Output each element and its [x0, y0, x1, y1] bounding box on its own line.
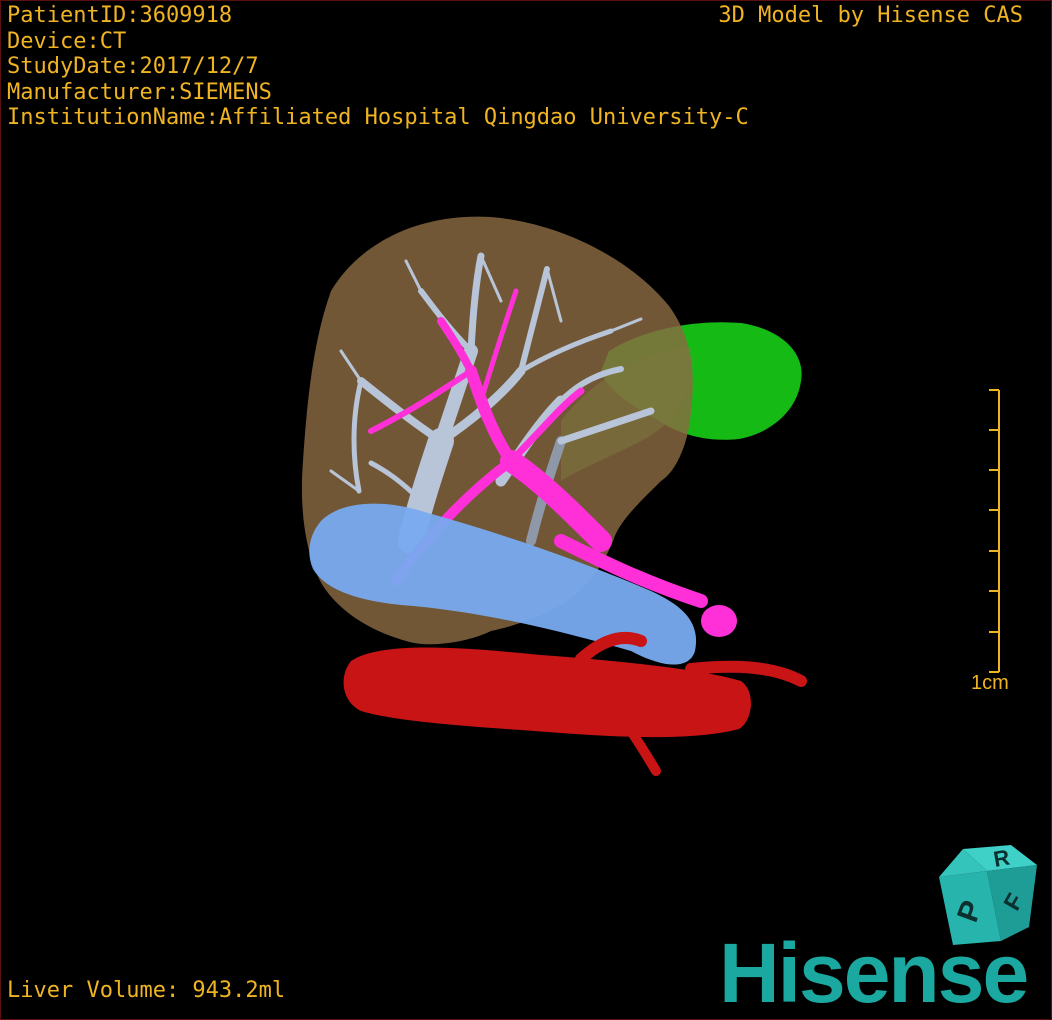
liver-volume-readout: Liver Volume: 943.2ml [7, 978, 286, 1003]
scale-bar [989, 389, 1000, 673]
institution-name: InstitutionName:Affiliated Hospital Qing… [7, 105, 749, 130]
patient-id: PatientID:3609918 [7, 3, 233, 28]
portal-vein-end [701, 605, 737, 637]
model-credit: 3D Model by Hisense CAS [718, 3, 1023, 28]
scale-bar-label: 1cm [971, 672, 1009, 694]
manufacturer: Manufacturer:SIEMENS [7, 79, 272, 105]
dicom-info-overlay: PatientID:3609918 Device:CT StudyDate:20… [7, 3, 749, 131]
3d-viewport[interactable]: PatientID:3609918 Device:CT StudyDate:20… [0, 0, 1052, 1020]
study-date: StudyDate:2017/12/7 [7, 54, 259, 79]
device: Device:CT [7, 28, 127, 54]
hisense-logo: Hisense [719, 926, 1029, 1020]
aorta [343, 647, 751, 738]
liver-3d-model[interactable] [1, 1, 1051, 1019]
